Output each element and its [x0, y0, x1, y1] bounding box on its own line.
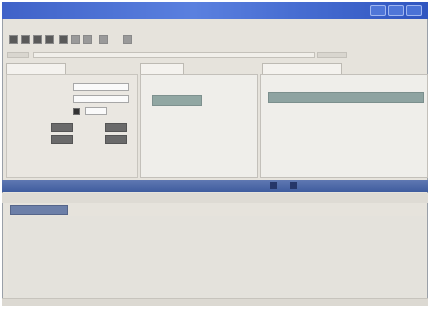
address-field[interactable] [33, 52, 315, 58]
status-bar [2, 298, 428, 306]
name-field[interactable] [73, 83, 129, 91]
title-bar[interactable] [2, 2, 428, 19]
sub-toolbar [2, 193, 428, 203]
selected-detail-row-label [269, 93, 423, 97]
toolbar-button-9[interactable] [123, 35, 132, 44]
value-field[interactable] [85, 107, 107, 115]
tab-mid[interactable] [140, 63, 184, 74]
close-button[interactable] [406, 5, 422, 16]
type-field[interactable] [73, 95, 129, 103]
toolbar-button-2[interactable] [21, 35, 30, 44]
selected-list-item[interactable] [152, 95, 202, 106]
toolbar-button-1[interactable] [9, 35, 18, 44]
option-block-1[interactable] [51, 123, 73, 132]
address-go-button[interactable] [317, 52, 347, 58]
splitter-icon-2[interactable] [290, 182, 297, 189]
toolbar-button-8[interactable] [99, 35, 108, 44]
address-bar [3, 50, 427, 61]
tab-right[interactable] [262, 63, 342, 74]
toolbar [3, 33, 427, 47]
splitter-toolbar [2, 180, 428, 192]
minimize-button[interactable] [370, 5, 386, 16]
properties-panel [6, 74, 138, 178]
list-panel [140, 74, 258, 178]
selected-detail-row[interactable] [268, 92, 424, 103]
detail-panel [260, 74, 428, 178]
toolbar-button-7[interactable] [83, 35, 92, 44]
selected-list-item-label [153, 96, 201, 100]
maximize-button[interactable] [388, 5, 404, 16]
subtab-active[interactable] [10, 205, 68, 215]
toolbar-button-4[interactable] [45, 35, 54, 44]
toolbar-button-5[interactable] [59, 35, 68, 44]
address-label [7, 52, 29, 58]
toolbar-button-3[interactable] [33, 35, 42, 44]
subtab-active-label [11, 206, 67, 208]
option-block-3[interactable] [105, 123, 127, 132]
option-block-2[interactable] [51, 135, 73, 144]
tab-left[interactable] [6, 63, 66, 74]
splitter-icon-1[interactable] [270, 182, 277, 189]
toolbar-button-6[interactable] [71, 35, 80, 44]
output-panel [8, 216, 426, 298]
menu-bar [3, 20, 427, 29]
window-edge [428, 0, 436, 311]
option-checkbox-1[interactable] [73, 108, 80, 115]
option-block-4[interactable] [105, 135, 127, 144]
